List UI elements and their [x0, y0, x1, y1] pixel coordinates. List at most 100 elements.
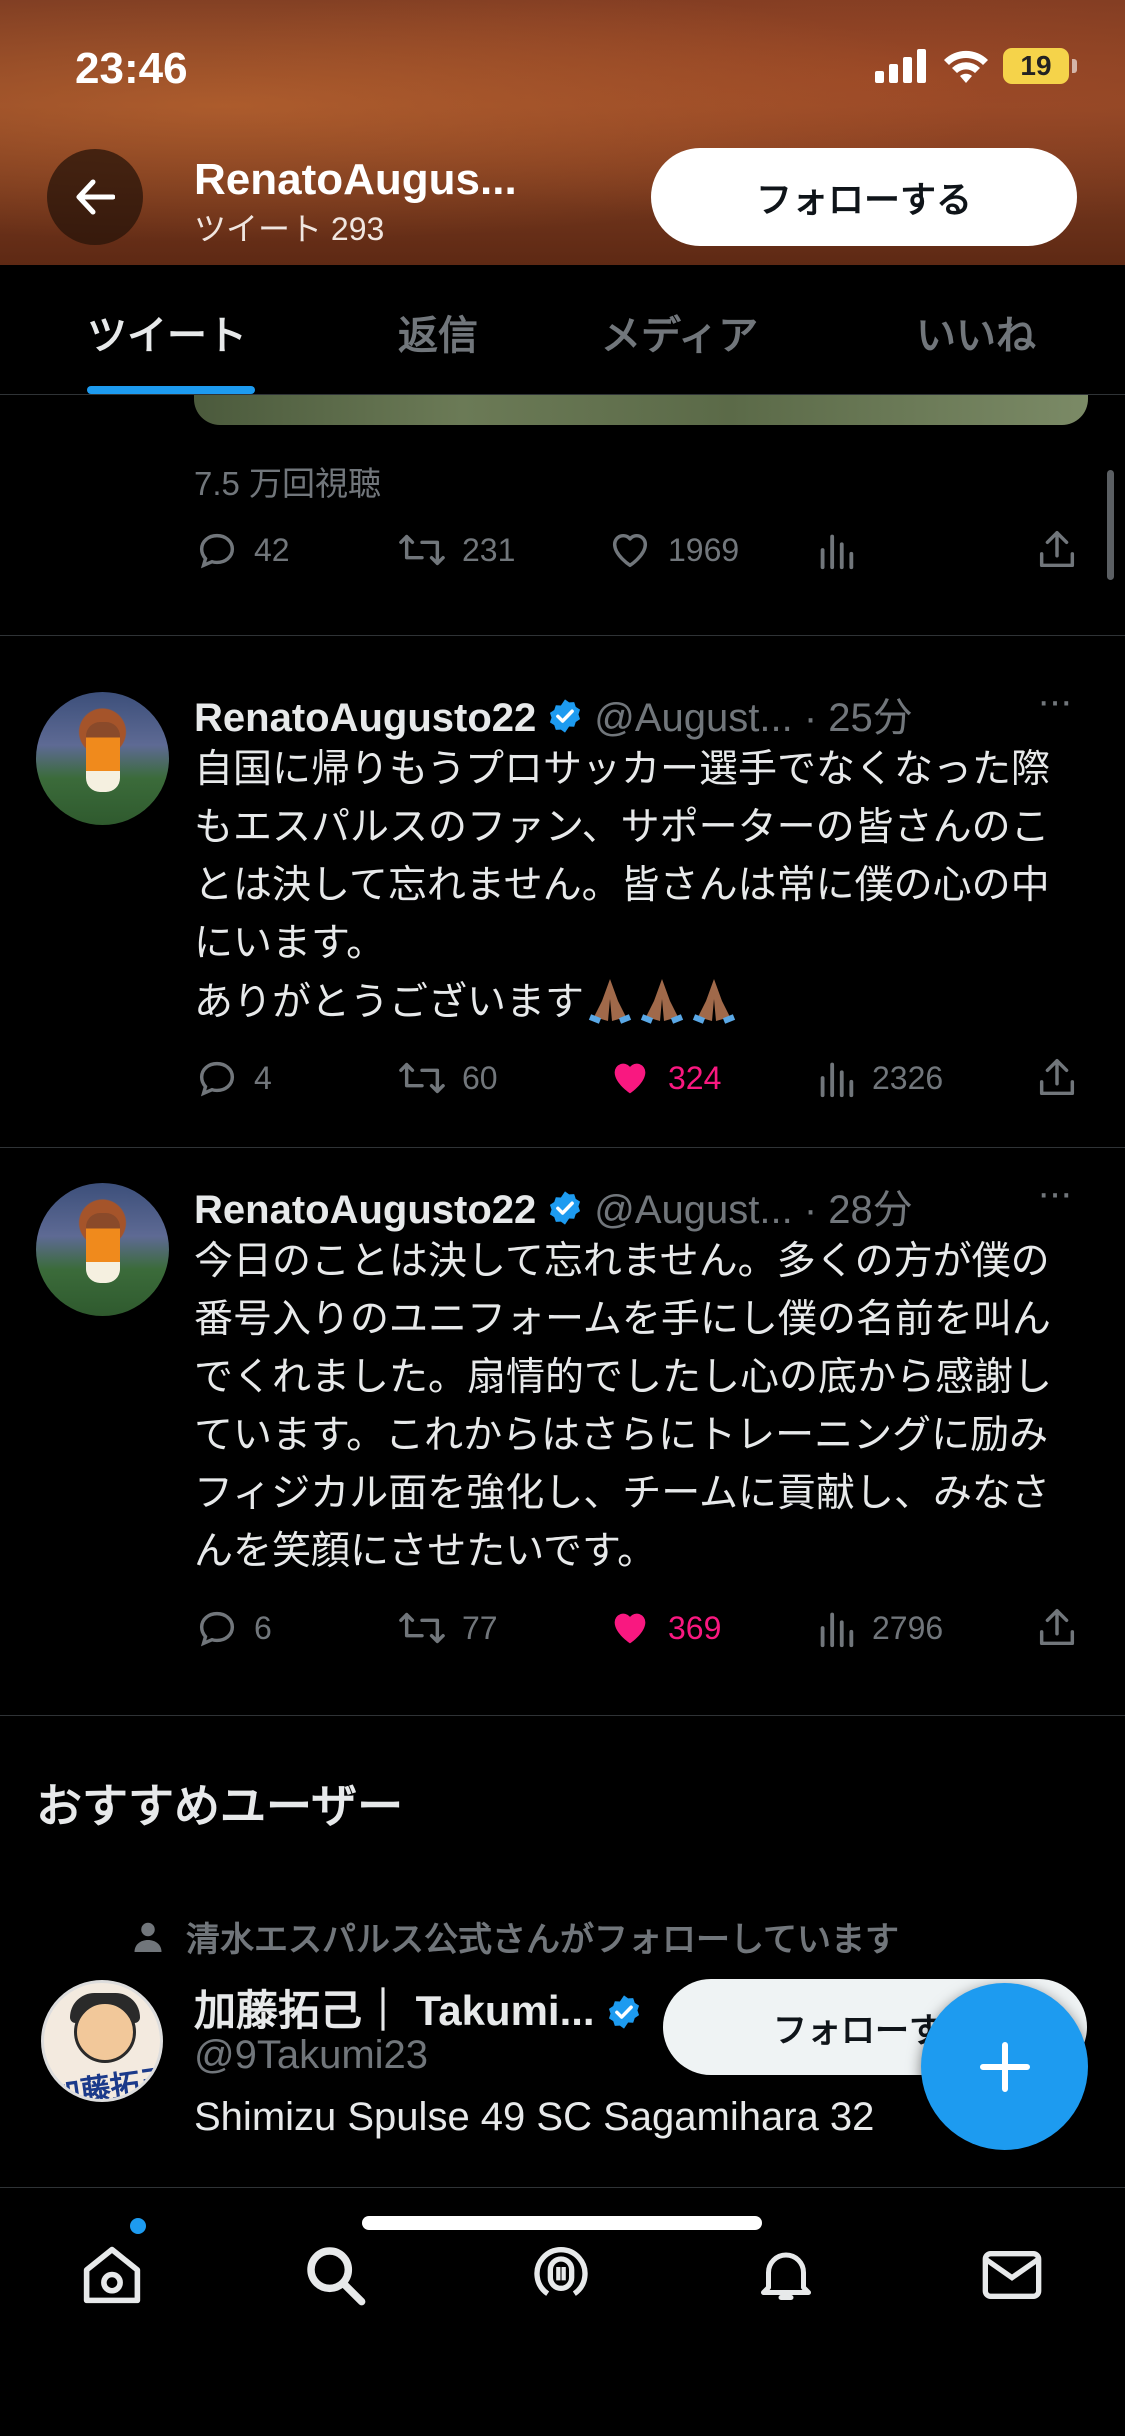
compose-tweet-button[interactable]	[921, 1983, 1088, 2150]
person-icon	[134, 1922, 162, 1952]
tweet-header: RenatoAugusto22 @August... · 25分	[194, 685, 913, 743]
tweet-actions: 6 77 369 2796	[194, 1605, 1088, 1655]
retweet-button[interactable]: 231	[396, 527, 515, 573]
verified-badge-icon	[550, 699, 581, 733]
battery-icon: 19	[1003, 48, 1077, 84]
analytics-icon	[820, 534, 854, 570]
handle-and-time: @August... · 25分	[594, 696, 913, 740]
home-indicator	[362, 2216, 762, 2230]
timeline[interactable]: 7.5 万回視聴 42 231 1969 RenatoAugusto22 @Au…	[0, 395, 1125, 2185]
section-title: おすすめユーザー	[36, 1780, 404, 1832]
tweet-actions: 42 231 1969	[194, 527, 1088, 577]
verified-badge-icon	[550, 1191, 581, 1225]
reply-button[interactable]: 4	[194, 1055, 272, 1101]
more-options-icon[interactable]: ···	[1037, 679, 1073, 724]
user-name: 加藤拓己｜ Takumi...	[194, 1987, 595, 2034]
share-icon	[1039, 1059, 1075, 1096]
profile-header: 23:46 19 RenatoAugus... ツイート 293 フォローする	[0, 0, 1125, 265]
avatar[interactable]	[36, 1183, 169, 1316]
divider	[0, 1147, 1125, 1148]
user-bio: Shimizu Spulse 49 SC Sagamihara 32	[194, 2095, 875, 2139]
retweet-button[interactable]: 60	[396, 1055, 498, 1101]
user-handle: @9Takumi23	[194, 2033, 429, 2077]
praying-hands-emoji	[584, 979, 740, 1024]
analytics-icon	[820, 1062, 854, 1098]
profile-name: RenatoAugus...	[194, 155, 517, 204]
view-count: 2796	[872, 1609, 944, 1646]
views-button[interactable]: 2796	[814, 1605, 943, 1651]
spaces-icon	[534, 2247, 588, 2296]
view-count: 2326	[872, 1059, 944, 1096]
tweet-text: 今日のことは決して忘れません。多くの方が僕の番号入りのユニフォームを手にし僕の名…	[194, 1240, 1053, 1573]
wifi-icon	[944, 50, 988, 83]
tab-replies[interactable]: 返信	[398, 303, 478, 361]
search-icon	[307, 2247, 366, 2306]
divider	[0, 635, 1125, 636]
nav-messages[interactable]	[972, 2235, 1052, 2315]
status-time: 23:46	[75, 44, 188, 93]
verified-badge-icon	[608, 1994, 639, 2029]
battery-level: 19	[1003, 48, 1069, 84]
followed-by-text: 清水エスパルス公式さんがフォローしています	[186, 1921, 899, 1959]
notifications-icon	[761, 2252, 811, 2300]
like-count: 1969	[668, 531, 740, 568]
share-icon	[1039, 1609, 1075, 1646]
nav-home[interactable]	[72, 2235, 152, 2315]
follow-button[interactable]: フォローする	[651, 148, 1077, 246]
tweet-count: ツイート 293	[194, 211, 385, 247]
tab-tweets[interactable]: ツイート	[87, 303, 247, 361]
back-arrow-icon	[76, 179, 115, 215]
tweet-header: RenatoAugusto22 @August... · 28分	[194, 1177, 913, 1235]
author-name[interactable]: RenatoAugusto22	[194, 696, 536, 741]
status-bar: 23:46 19	[0, 0, 1125, 140]
divider	[0, 1715, 1125, 1716]
share-button[interactable]	[1034, 1605, 1080, 1651]
scrollbar[interactable]	[1107, 470, 1114, 580]
unread-dot	[130, 2218, 146, 2234]
tweet-actions: 4 60 324 2326	[194, 1055, 1088, 1105]
reply-count: 42	[254, 531, 290, 568]
status-icons: 19	[875, 48, 1077, 84]
retweet-icon	[399, 1612, 445, 1644]
signal-icon	[875, 49, 926, 83]
like-count: 369	[668, 1609, 722, 1646]
more-options-icon[interactable]: ···	[1037, 1171, 1073, 1216]
reply-count: 4	[254, 1059, 272, 1096]
followed-by-note: 清水エスパルス公式さんがフォローしています	[130, 1912, 899, 1961]
share-button[interactable]	[1034, 527, 1080, 573]
like-button[interactable]: 324	[606, 1055, 721, 1101]
author-name[interactable]: RenatoAugusto22	[194, 1188, 536, 1233]
view-count: 7.5 万回視聴	[194, 465, 382, 502]
heart-icon	[612, 533, 648, 568]
like-button[interactable]: 1969	[606, 527, 739, 573]
avatar[interactable]	[36, 692, 169, 825]
heart-filled-icon	[614, 1613, 646, 1644]
views-button[interactable]: 2326	[814, 1055, 943, 1101]
nav-notifications[interactable]	[746, 2235, 826, 2315]
reply-icon	[199, 1611, 235, 1647]
plus-icon	[979, 2041, 1030, 2092]
recommended-user-name[interactable]: 加藤拓己｜ Takumi...	[194, 1977, 643, 2038]
heart-filled-icon	[614, 1063, 646, 1094]
share-icon	[1039, 531, 1075, 568]
tweet-media-thumbnail[interactable]	[194, 395, 1088, 425]
reply-button[interactable]: 42	[194, 527, 290, 573]
nav-spaces[interactable]	[521, 2235, 601, 2315]
avatar[interactable]: 加藤拓己	[41, 1980, 163, 2102]
tab-likes[interactable]: いいね	[916, 303, 1036, 361]
like-button[interactable]: 369	[606, 1605, 721, 1651]
handle-and-time: @August... · 28分	[594, 1188, 913, 1232]
tab-media[interactable]: メディア	[601, 303, 758, 361]
share-button[interactable]	[1034, 1055, 1080, 1101]
back-button[interactable]	[47, 149, 143, 245]
nav-search[interactable]	[295, 2235, 375, 2315]
views-button[interactable]	[814, 527, 858, 573]
retweet-count: 60	[462, 1059, 498, 1096]
reply-button[interactable]: 6	[194, 1605, 272, 1651]
active-tab-indicator	[87, 386, 255, 394]
retweet-button[interactable]: 77	[396, 1605, 498, 1651]
home-icon	[83, 2246, 141, 2304]
analytics-icon	[820, 1612, 854, 1648]
like-count: 324	[668, 1059, 722, 1096]
reply-icon	[199, 533, 235, 569]
